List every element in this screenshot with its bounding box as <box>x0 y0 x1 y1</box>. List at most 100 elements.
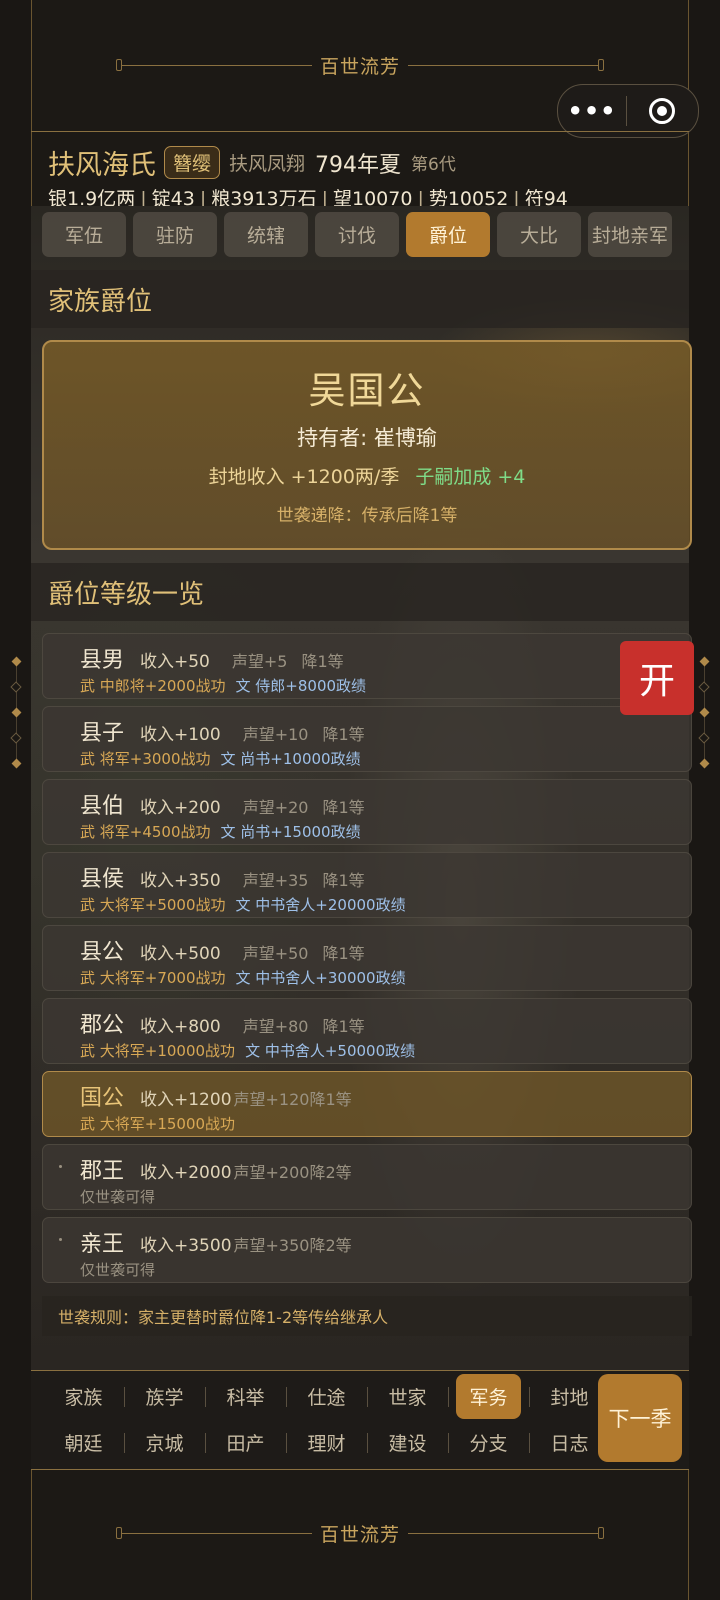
military-tabs: 军伍 驻防 统辖 讨伐 爵位 大比 封地亲军 <box>42 212 678 262</box>
hereditary-note: 世袭递降：传承后降1等 <box>276 506 458 526</box>
rank-name: 县侯 <box>80 867 125 892</box>
rank-military-req: 武 大将军+10000战功 <box>80 1042 236 1060</box>
nav-career[interactable]: 仕途 <box>286 1376 367 1416</box>
rank-decrease: 降1等 <box>322 871 365 890</box>
rank-row[interactable]: 县子 收入+100 声望+10 降1等 武 将军+3000战功文 尚书+10000政绩 <box>42 706 692 772</box>
nav-branches[interactable]: 分支 <box>448 1422 529 1462</box>
rank-civil-req: 文 尚书+10000政绩 <box>220 750 361 768</box>
nav-construction[interactable]: 建设 <box>367 1422 448 1462</box>
rank-income: 收入+200 <box>140 798 221 818</box>
rank-row[interactable]: 郡公 收入+800 声望+80 降1等 武 大将军+10000战功文 中书舍人+500… <box>42 998 692 1064</box>
tab-nobility[interactable]: 爵位 <box>406 212 490 257</box>
banner-line <box>121 1532 312 1534</box>
next-season-button[interactable]: 下一季 <box>598 1374 682 1462</box>
rank-row[interactable]: 县公 收入+500 声望+50 降1等 武 大将军+7000战功文 中书舍人+3000… <box>42 925 692 991</box>
rank-name: 亲王 <box>80 1232 125 1257</box>
rank-row[interactable]: 县男 收入+50 声望+5 降1等 武 中郎将+2000战功文 侍郎+8000政绩 <box>42 633 692 699</box>
rank-decrease: 降1等 <box>301 652 344 671</box>
bottom-banner: 百世流芳 <box>31 1513 689 1553</box>
rank-reputation: 声望+50 <box>242 944 309 963</box>
rank-income: 收入+800 <box>140 1017 221 1037</box>
rank-decrease: 降1等 <box>322 798 365 817</box>
family-title-header: 家族爵位 <box>31 270 689 328</box>
rank-decrease: 降1等 <box>322 725 365 744</box>
rank-decrease: 降1等 <box>322 944 365 963</box>
rank-name: 县伯 <box>80 794 125 819</box>
rank-civil-req: 文 尚书+15000政绩 <box>220 823 361 841</box>
nav-capital[interactable]: 京城 <box>124 1422 205 1462</box>
nav-farmland[interactable]: 田产 <box>205 1422 286 1462</box>
rank-name: 县子 <box>80 721 125 746</box>
tab-fief-guard[interactable]: 封地亲军 <box>588 212 672 257</box>
clan-badge: 簪缨 <box>164 146 221 179</box>
title-name: 吴国公 <box>308 369 426 412</box>
rank-row[interactable]: 县侯 收入+350 声望+35 降1等 武 大将军+5000战功文 中书舍人+2000… <box>42 852 692 918</box>
rank-hereditary-only: 仅世袭可得 <box>80 1188 156 1206</box>
rank-income: 收入+100 <box>140 725 221 745</box>
banner-cap-right <box>598 1527 604 1539</box>
rank-list-header: 爵位等级一览 <box>31 563 689 621</box>
rank-reputation: 声望+35 <box>242 871 309 890</box>
nav-family[interactable]: 家族 <box>43 1376 124 1416</box>
banner-title: 百世流芳 <box>319 55 400 78</box>
rank-military-req: 武 大将军+7000战功 <box>80 969 226 987</box>
section-title: 爵位等级一览 <box>48 579 205 610</box>
side-ornament-left <box>9 656 23 769</box>
rank-income: 收入+2000 <box>140 1163 232 1183</box>
tab-campaign[interactable]: 讨伐 <box>315 212 399 257</box>
rank-reputation: 声望+120 <box>233 1090 310 1109</box>
rank-decrease: 降2等 <box>309 1236 352 1255</box>
rank-civil-req: 文 中书舍人+50000政绩 <box>245 1042 416 1060</box>
rank-military-req: 武 大将军+15000战功 <box>80 1115 236 1133</box>
hereditary-rule: 世袭规则：家主更替时爵位降1-2等传给继承人 <box>42 1296 692 1336</box>
current-title-card: 吴国公 持有者: 崔博瑜 封地收入 +1200两/季 子嗣加成 +4 世袭递降：传… <box>42 340 692 550</box>
rank-row[interactable]: 亲王 收入+3500 声望+350 降2等 仅世袭可得 <box>42 1217 692 1283</box>
clan-header: 扶风海氏 簪缨 扶风凤翔 794年夏 第6代 <box>48 143 456 182</box>
side-ornament-right <box>697 656 711 769</box>
rank-row-current[interactable]: 国公 收入+1200 声望+120 降1等 武 大将军+15000战功 <box>42 1071 692 1137</box>
rank-civil-req: 文 中书舍人+20000政绩 <box>235 896 406 914</box>
generation: 第6代 <box>411 155 456 175</box>
heir-bonus: 子嗣加成 +4 <box>415 466 526 488</box>
tab-garrison[interactable]: 驻防 <box>133 212 217 257</box>
tab-army[interactable]: 军伍 <box>42 212 126 257</box>
rank-name: 郡公 <box>80 1013 125 1038</box>
rank-reputation: 声望+350 <box>233 1236 310 1255</box>
rank-decrease: 降1等 <box>309 1090 352 1109</box>
nav-finance[interactable]: 理财 <box>286 1422 367 1462</box>
rank-decrease: 降2等 <box>309 1163 352 1182</box>
nav-divider <box>31 1469 689 1470</box>
title-income-line: 封地收入 +1200两/季 子嗣加成 +4 <box>44 462 690 489</box>
rank-reputation: 声望+20 <box>242 798 309 817</box>
tab-command[interactable]: 统辖 <box>224 212 308 257</box>
top-banner: 百世流芳 <box>31 45 689 85</box>
nav-military[interactable]: 军务 <box>448 1373 529 1419</box>
rank-decrease: 降1等 <box>322 1017 365 1036</box>
target-close-icon[interactable] <box>627 98 697 124</box>
mini-program-capsule: ••• <box>557 84 699 138</box>
clan-origin: 扶风凤翔 <box>229 153 306 175</box>
rank-name: 郡王 <box>80 1159 125 1184</box>
bottom-nav: 家族 族学 科举 仕途 世家 军务 封地 朝廷 京城 田产 理财 建设 分支 日… <box>31 1371 689 1469</box>
rank-name: 县男 <box>80 648 125 673</box>
rank-hereditary-only: 仅世袭可得 <box>80 1261 156 1279</box>
nav-exam[interactable]: 科举 <box>205 1376 286 1416</box>
bullet-icon <box>59 1165 62 1168</box>
rank-income: 收入+1200 <box>140 1090 232 1110</box>
header-divider <box>31 131 689 132</box>
banner-line <box>121 64 312 66</box>
rank-reputation: 声望+80 <box>242 1017 309 1036</box>
rank-name: 国公 <box>80 1086 125 1111</box>
more-dots-icon[interactable]: ••• <box>558 97 626 125</box>
nav-clan-school[interactable]: 族学 <box>124 1376 205 1416</box>
nav-court[interactable]: 朝廷 <box>43 1422 124 1462</box>
rank-reputation: 声望+200 <box>233 1163 310 1182</box>
title-holder: 持有者: 崔博瑜 <box>297 426 437 450</box>
open-button[interactable]: 开 <box>620 641 694 715</box>
rank-row[interactable]: 郡王 收入+2000 声望+200 降2等 仅世袭可得 <box>42 1144 692 1210</box>
rank-military-req: 武 中郎将+2000战功 <box>80 677 226 695</box>
rank-row[interactable]: 县伯 收入+200 声望+20 降1等 武 将军+4500战功文 尚书+15000政绩 <box>42 779 692 845</box>
nav-noble-houses[interactable]: 世家 <box>367 1376 448 1416</box>
tab-contest[interactable]: 大比 <box>497 212 581 257</box>
rank-income: 收入+350 <box>140 871 221 891</box>
